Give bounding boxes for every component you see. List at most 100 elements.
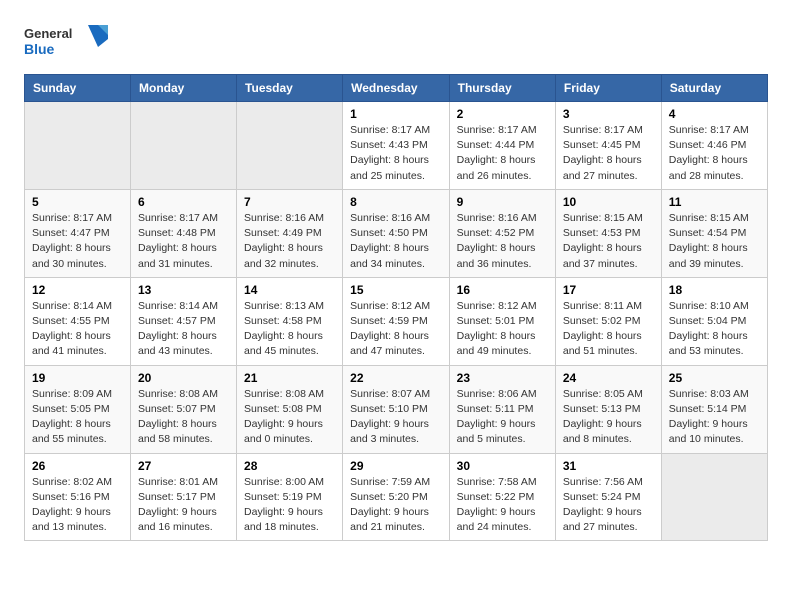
day-number: 17 bbox=[563, 283, 654, 297]
day-info: Sunrise: 8:16 AM Sunset: 4:49 PM Dayligh… bbox=[244, 211, 335, 272]
day-info: Sunrise: 8:16 AM Sunset: 4:50 PM Dayligh… bbox=[350, 211, 442, 272]
day-number: 11 bbox=[669, 195, 760, 209]
day-info: Sunrise: 8:08 AM Sunset: 5:07 PM Dayligh… bbox=[138, 387, 229, 448]
day-info: Sunrise: 8:12 AM Sunset: 4:59 PM Dayligh… bbox=[350, 299, 442, 360]
day-number: 9 bbox=[457, 195, 548, 209]
weekday-header-wednesday: Wednesday bbox=[343, 75, 450, 102]
day-number: 1 bbox=[350, 107, 442, 121]
day-info: Sunrise: 8:17 AM Sunset: 4:43 PM Dayligh… bbox=[350, 123, 442, 184]
day-number: 7 bbox=[244, 195, 335, 209]
day-number: 13 bbox=[138, 283, 229, 297]
day-info: Sunrise: 8:10 AM Sunset: 5:04 PM Dayligh… bbox=[669, 299, 760, 360]
table-row: 31 Sunrise: 7:56 AM Sunset: 5:24 PM Dayli… bbox=[555, 453, 661, 541]
day-number: 22 bbox=[350, 371, 442, 385]
day-info: Sunrise: 8:17 AM Sunset: 4:47 PM Dayligh… bbox=[32, 211, 123, 272]
table-row: 17Sunrise: 8:11 AM Sunset: 5:02 PM Dayli… bbox=[555, 277, 661, 365]
day-info: Sunrise: 8:06 AM Sunset: 5:11 PM Dayligh… bbox=[457, 387, 548, 448]
day-number: 21 bbox=[244, 371, 335, 385]
day-info: Sunrise: 8:12 AM Sunset: 5:01 PM Dayligh… bbox=[457, 299, 548, 360]
table-row: 6 Sunrise: 8:17 AM Sunset: 4:48 PM Daylig… bbox=[131, 189, 237, 277]
table-row: 12 Sunrise: 8:14 AM Sunset: 4:55 PM Dayli… bbox=[25, 277, 131, 365]
header: General Blue bbox=[24, 20, 768, 60]
table-row: 28Sunrise: 8:00 AM Sunset: 5:19 PM Dayli… bbox=[237, 453, 343, 541]
day-info: Sunrise: 8:17 AM Sunset: 4:45 PM Dayligh… bbox=[563, 123, 654, 184]
table-row: 20 Sunrise: 8:08 AM Sunset: 5:07 PM Dayli… bbox=[131, 365, 237, 453]
day-info: Sunrise: 8:17 AM Sunset: 4:48 PM Dayligh… bbox=[138, 211, 229, 272]
table-row: 2 Sunrise: 8:17 AM Sunset: 4:44 PM Daylig… bbox=[449, 102, 555, 190]
svg-text:General: General bbox=[24, 26, 72, 41]
table-row: 14 Sunrise: 8:13 AM Sunset: 4:58 PM Dayli… bbox=[237, 277, 343, 365]
day-number: 18 bbox=[669, 283, 760, 297]
day-number: 15 bbox=[350, 283, 442, 297]
table-row: 18 Sunrise: 8:10 AM Sunset: 5:04 PM Dayli… bbox=[661, 277, 767, 365]
table-row: 22 Sunrise: 8:07 AM Sunset: 5:10 PM Dayli… bbox=[343, 365, 450, 453]
day-info: Sunrise: 7:58 AM Sunset: 5:22 PM Dayligh… bbox=[457, 475, 548, 536]
day-info: Sunrise: 8:08 AM Sunset: 5:08 PM Dayligh… bbox=[244, 387, 335, 448]
table-row: 3 Sunrise: 8:17 AM Sunset: 4:45 PM Daylig… bbox=[555, 102, 661, 190]
table-row: 19 Sunrise: 8:09 AM Sunset: 5:05 PM Dayli… bbox=[25, 365, 131, 453]
table-row: 26 Sunrise: 8:02 AM Sunset: 5:16 PM Dayli… bbox=[25, 453, 131, 541]
day-info: Sunrise: 8:14 AM Sunset: 4:55 PM Dayligh… bbox=[32, 299, 123, 360]
day-number: 26 bbox=[32, 459, 123, 473]
day-number: 23 bbox=[457, 371, 548, 385]
day-number: 14 bbox=[244, 283, 335, 297]
weekday-header-friday: Friday bbox=[555, 75, 661, 102]
table-row bbox=[237, 102, 343, 190]
table-row: 29 Sunrise: 7:59 AM Sunset: 5:20 PM Dayli… bbox=[343, 453, 450, 541]
table-row: 27Sunrise: 8:01 AM Sunset: 5:17 PM Dayli… bbox=[131, 453, 237, 541]
day-number: 28 bbox=[244, 459, 335, 473]
weekday-header-row: SundayMondayTuesdayWednesdayThursdayFrid… bbox=[25, 75, 768, 102]
svg-text:Blue: Blue bbox=[24, 41, 55, 57]
day-info: Sunrise: 8:13 AM Sunset: 4:58 PM Dayligh… bbox=[244, 299, 335, 360]
table-row bbox=[131, 102, 237, 190]
weekday-header-sunday: Sunday bbox=[25, 75, 131, 102]
day-number: 25 bbox=[669, 371, 760, 385]
day-info: Sunrise: 8:09 AM Sunset: 5:05 PM Dayligh… bbox=[32, 387, 123, 448]
calendar-week-row: 1 Sunrise: 8:17 AM Sunset: 4:43 PM Daylig… bbox=[25, 102, 768, 190]
weekday-header-thursday: Thursday bbox=[449, 75, 555, 102]
day-info: Sunrise: 8:14 AM Sunset: 4:57 PM Dayligh… bbox=[138, 299, 229, 360]
table-row: 21 Sunrise: 8:08 AM Sunset: 5:08 PM Dayli… bbox=[237, 365, 343, 453]
table-row: 11 Sunrise: 8:15 AM Sunset: 4:54 PM Dayli… bbox=[661, 189, 767, 277]
table-row: 25 Sunrise: 8:03 AM Sunset: 5:14 PM Dayli… bbox=[661, 365, 767, 453]
day-number: 30 bbox=[457, 459, 548, 473]
day-number: 3 bbox=[563, 107, 654, 121]
day-info: Sunrise: 8:17 AM Sunset: 4:46 PM Dayligh… bbox=[669, 123, 760, 184]
day-number: 20 bbox=[138, 371, 229, 385]
day-info: Sunrise: 7:59 AM Sunset: 5:20 PM Dayligh… bbox=[350, 475, 442, 536]
calendar-week-row: 5 Sunrise: 8:17 AM Sunset: 4:47 PM Daylig… bbox=[25, 189, 768, 277]
calendar-week-row: 19 Sunrise: 8:09 AM Sunset: 5:05 PM Dayli… bbox=[25, 365, 768, 453]
weekday-header-monday: Monday bbox=[131, 75, 237, 102]
logo: General Blue bbox=[24, 20, 108, 60]
day-number: 24 bbox=[563, 371, 654, 385]
day-number: 12 bbox=[32, 283, 123, 297]
day-number: 2 bbox=[457, 107, 548, 121]
table-row: 16Sunrise: 8:12 AM Sunset: 5:01 PM Dayli… bbox=[449, 277, 555, 365]
day-info: Sunrise: 8:17 AM Sunset: 4:44 PM Dayligh… bbox=[457, 123, 548, 184]
day-number: 31 bbox=[563, 459, 654, 473]
day-number: 6 bbox=[138, 195, 229, 209]
day-info: Sunrise: 8:15 AM Sunset: 4:54 PM Dayligh… bbox=[669, 211, 760, 272]
day-number: 8 bbox=[350, 195, 442, 209]
day-info: Sunrise: 8:02 AM Sunset: 5:16 PM Dayligh… bbox=[32, 475, 123, 536]
day-info: Sunrise: 8:07 AM Sunset: 5:10 PM Dayligh… bbox=[350, 387, 442, 448]
logo-svg: General Blue bbox=[24, 20, 84, 60]
day-info: Sunrise: 8:03 AM Sunset: 5:14 PM Dayligh… bbox=[669, 387, 760, 448]
day-number: 27 bbox=[138, 459, 229, 473]
table-row: 24Sunrise: 8:05 AM Sunset: 5:13 PM Dayli… bbox=[555, 365, 661, 453]
table-row bbox=[25, 102, 131, 190]
calendar-week-row: 26 Sunrise: 8:02 AM Sunset: 5:16 PM Dayli… bbox=[25, 453, 768, 541]
table-row: 13 Sunrise: 8:14 AM Sunset: 4:57 PM Dayli… bbox=[131, 277, 237, 365]
table-row: 9 Sunrise: 8:16 AM Sunset: 4:52 PM Daylig… bbox=[449, 189, 555, 277]
calendar-week-row: 12 Sunrise: 8:14 AM Sunset: 4:55 PM Dayli… bbox=[25, 277, 768, 365]
logo-arrow-icon bbox=[88, 25, 108, 55]
day-number: 29 bbox=[350, 459, 442, 473]
weekday-header-saturday: Saturday bbox=[661, 75, 767, 102]
table-row: 1 Sunrise: 8:17 AM Sunset: 4:43 PM Daylig… bbox=[343, 102, 450, 190]
table-row: 5 Sunrise: 8:17 AM Sunset: 4:47 PM Daylig… bbox=[25, 189, 131, 277]
table-row: 8 Sunrise: 8:16 AM Sunset: 4:50 PM Daylig… bbox=[343, 189, 450, 277]
day-info: Sunrise: 7:56 AM Sunset: 5:24 PM Dayligh… bbox=[563, 475, 654, 536]
day-number: 19 bbox=[32, 371, 123, 385]
day-info: Sunrise: 8:16 AM Sunset: 4:52 PM Dayligh… bbox=[457, 211, 548, 272]
day-number: 5 bbox=[32, 195, 123, 209]
